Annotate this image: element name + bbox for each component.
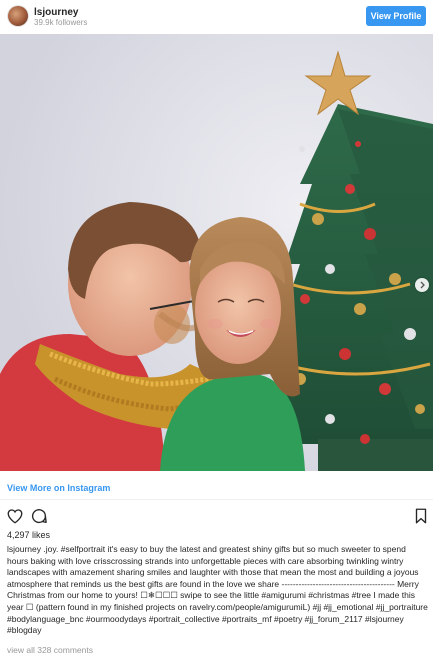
post-photo[interactable] <box>0 34 433 471</box>
like-count: 4,297 likes <box>7 530 51 540</box>
divider <box>0 499 433 500</box>
caption-text: .joy. #selfportrait it's easy to buy the… <box>7 544 428 636</box>
post-caption: lsjourney .joy. #selfportrait it's easy … <box>7 544 429 637</box>
follower-count: 39.9k followers <box>34 18 88 27</box>
view-profile-button[interactable]: View Profile <box>366 6 426 26</box>
next-photo-button[interactable] <box>415 278 429 292</box>
photo-illustration <box>0 34 433 471</box>
avatar[interactable] <box>8 6 28 26</box>
username[interactable]: lsjourney <box>34 7 78 18</box>
heart-icon[interactable] <box>6 507 24 525</box>
view-all-comments-link[interactable]: view all 328 comments <box>7 645 93 655</box>
post-header: lsjourney 39.9k followers View Profile <box>0 0 433 34</box>
instagram-embed-card: lsjourney 39.9k followers View Profile V… <box>0 0 433 663</box>
comment-icon[interactable] <box>30 507 48 525</box>
chevron-right-icon <box>420 281 425 289</box>
caption-username[interactable]: lsjourney <box>7 544 41 554</box>
bookmark-icon[interactable] <box>412 507 430 525</box>
view-more-on-instagram-link[interactable]: View More on Instagram <box>7 483 110 493</box>
